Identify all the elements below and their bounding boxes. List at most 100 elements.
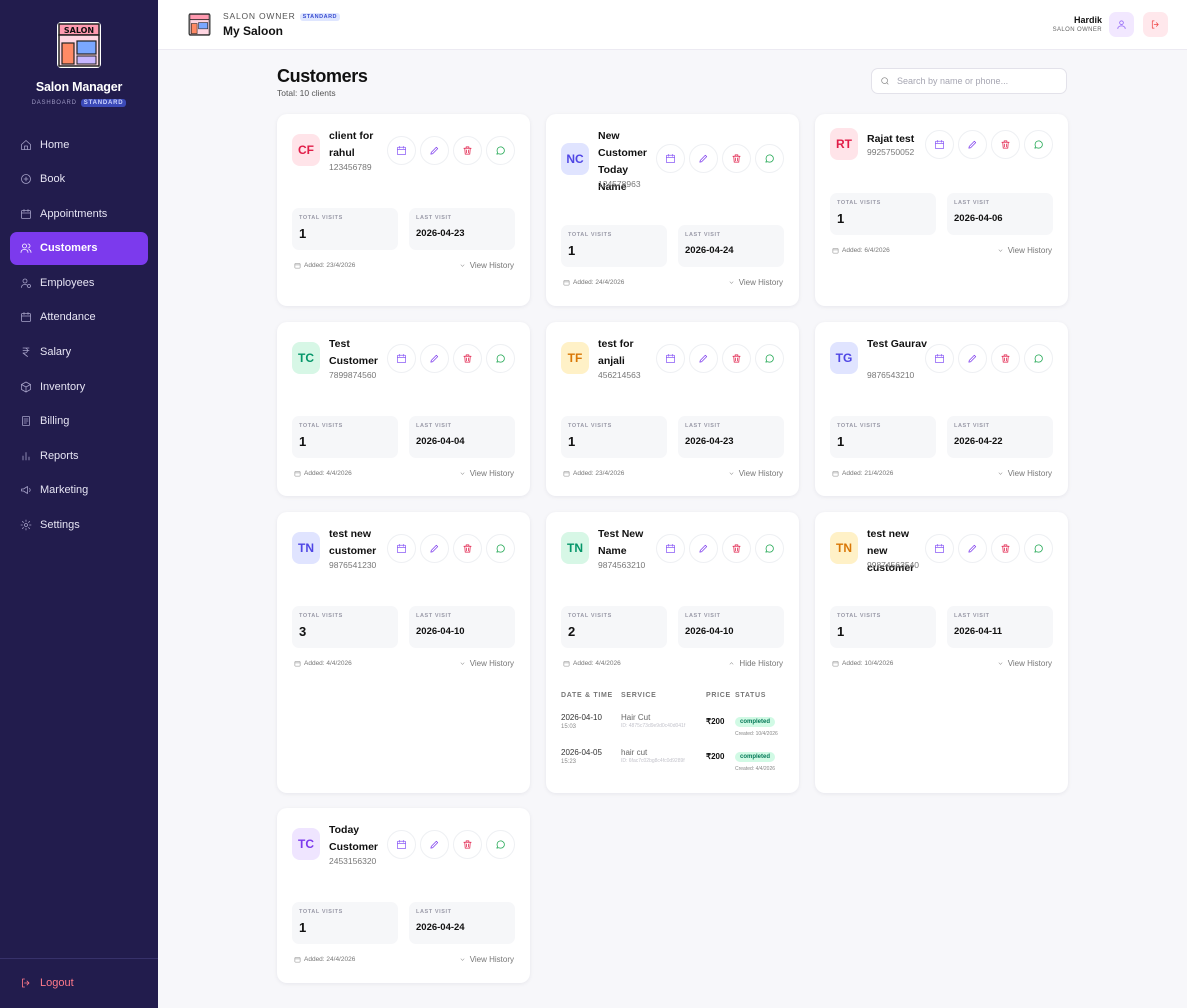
header-logout-button[interactable] [1143, 12, 1168, 37]
view-history-toggle[interactable]: View History [459, 261, 514, 270]
sidebar-item-appointments[interactable]: Appointments [10, 197, 148, 230]
customer-actions [387, 533, 515, 563]
customer-name: test new new customer [867, 528, 915, 574]
edit-customer-button[interactable] [420, 829, 449, 859]
pencil-icon [968, 140, 977, 149]
edit-customer-button[interactable] [689, 343, 718, 373]
customer-phone: 9925750052 [867, 147, 915, 157]
last-visit-label: LAST VISIT [954, 613, 990, 619]
book-appointment-button[interactable] [656, 144, 685, 173]
sidebar-item-book[interactable]: Book [10, 163, 148, 196]
view-history-toggle[interactable]: View History [997, 469, 1052, 478]
whatsapp-button[interactable] [486, 135, 515, 165]
edit-customer-button[interactable] [958, 533, 987, 563]
whatsapp-button[interactable] [486, 829, 515, 859]
customer-avatar: TC [292, 342, 320, 374]
edit-customer-button[interactable] [420, 135, 449, 165]
edit-customer-button[interactable] [689, 533, 718, 563]
header-role: SALON OWNER STANDARD [223, 11, 341, 21]
book-appointment-button[interactable] [925, 343, 954, 373]
sidebar-item-settings[interactable]: Settings [10, 509, 148, 542]
total-visits-box: TOTAL VISITS 1 [292, 416, 398, 458]
view-history-toggle[interactable]: View History [459, 955, 514, 964]
customer-name: Rajat test [867, 133, 915, 145]
delete-customer-button[interactable] [453, 829, 482, 859]
added-date: Added: 6/4/2026 [832, 247, 890, 254]
sidebar-item-marketing[interactable]: Marketing [10, 474, 148, 507]
customer-name: Today Customer [329, 824, 379, 853]
delete-customer-button[interactable] [453, 135, 482, 165]
sidebar-item-home[interactable]: Home [10, 128, 148, 161]
delete-customer-button[interactable] [722, 533, 751, 563]
delete-customer-button[interactable] [453, 343, 482, 373]
view-history-toggle[interactable]: View History [728, 469, 783, 478]
calendar-icon [294, 263, 301, 269]
search-input[interactable] [897, 76, 1057, 86]
edit-customer-button[interactable] [958, 129, 987, 159]
salon-logo: SALON [57, 22, 101, 68]
calendar-icon [832, 471, 839, 477]
pencil-icon [430, 544, 439, 553]
edit-customer-button[interactable] [420, 343, 449, 373]
book-appointment-button[interactable] [656, 533, 685, 563]
delete-customer-button[interactable] [991, 343, 1020, 373]
customer-name: New Customer Today Name [598, 130, 648, 193]
book-appointment-button[interactable] [387, 533, 416, 563]
book-appointment-button[interactable] [925, 533, 954, 563]
view-history-toggle[interactable]: View History [459, 469, 514, 478]
sidebar-item-billing[interactable]: Billing [10, 405, 148, 438]
calendar-icon [294, 957, 301, 963]
book-appointment-button[interactable] [387, 829, 416, 859]
sidebar-item-employees[interactable]: Employees [10, 266, 148, 299]
logout-link[interactable]: Logout [20, 977, 74, 989]
sidebar-item-customers[interactable]: Customers [10, 231, 148, 265]
profile-button[interactable] [1109, 12, 1134, 37]
top-bar: SALON OWNER STANDARD My Saloon Hardik SAL… [158, 0, 1187, 50]
sidebar-item-inventory[interactable]: Inventory [10, 370, 148, 403]
whatsapp-button[interactable] [486, 533, 515, 563]
whatsapp-button[interactable] [755, 533, 784, 563]
client-count: Total: 10 clients [277, 88, 336, 98]
delete-customer-button[interactable] [991, 129, 1020, 159]
whatsapp-button[interactable] [486, 343, 515, 373]
header-plan-badge: STANDARD [299, 13, 341, 21]
book-appointment-button[interactable] [387, 135, 416, 165]
chevron-down-icon [460, 958, 465, 961]
customer-actions [656, 343, 784, 373]
last-visit-value: 2026-04-11 [954, 626, 1003, 637]
whatsapp-button[interactable] [1024, 129, 1053, 159]
customer-phone: 99874563540 [867, 560, 920, 570]
customer-name: test for anjali [598, 338, 634, 367]
whatsapp-button[interactable] [755, 343, 784, 373]
sidebar-item-salary[interactable]: Salary [10, 336, 148, 369]
users-icon [20, 243, 32, 254]
customer-card: TN test new new customer 99874563540 TOT… [815, 512, 1068, 793]
hide-history-toggle[interactable]: Hide History [728, 659, 783, 668]
edit-customer-button[interactable] [420, 533, 449, 563]
whatsapp-button[interactable] [1024, 533, 1053, 563]
history-row: 2026-04-10 15:03 Hair Cut ID: 4875c73d9e9d… [561, 712, 786, 747]
whatsapp-button[interactable] [1024, 343, 1053, 373]
whatsapp-icon [765, 353, 774, 363]
edit-customer-button[interactable] [689, 144, 718, 173]
book-appointment-button[interactable] [925, 129, 954, 159]
view-history-toggle[interactable]: View History [459, 659, 514, 668]
book-appointment-button[interactable] [656, 343, 685, 373]
sidebar-item-reports[interactable]: Reports [10, 439, 148, 472]
delete-customer-button[interactable] [453, 533, 482, 563]
customer-avatar: TN [292, 532, 320, 564]
total-visits-box: TOTAL VISITS 1 [830, 416, 936, 458]
whatsapp-button[interactable] [755, 144, 784, 173]
delete-customer-button[interactable] [722, 144, 751, 173]
delete-customer-button[interactable] [722, 343, 751, 373]
view-history-toggle[interactable]: View History [997, 246, 1052, 255]
delete-customer-button[interactable] [991, 533, 1020, 563]
sidebar-item-attendance[interactable]: Attendance [10, 301, 148, 334]
edit-customer-button[interactable] [958, 343, 987, 373]
book-appointment-button[interactable] [387, 343, 416, 373]
view-history-toggle[interactable]: View History [997, 659, 1052, 668]
total-visits-box: TOTAL VISITS 1 [561, 416, 667, 458]
plan-badge: STANDARD [80, 99, 127, 107]
view-history-toggle[interactable]: View History [728, 278, 783, 287]
customer-avatar: TN [561, 532, 589, 564]
